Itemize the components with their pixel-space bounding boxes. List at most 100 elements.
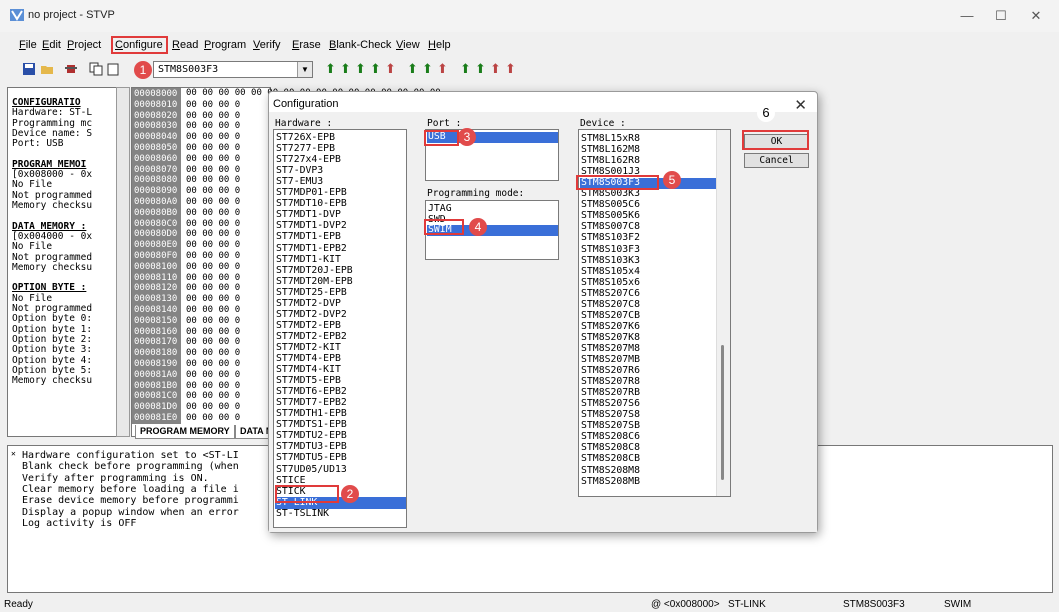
hardware-item[interactable]: ST726X-EPB: [276, 133, 335, 143]
hardware-item[interactable]: ST7MDT5-EPB: [276, 376, 341, 386]
tool-icon-b[interactable]: ⬆: [490, 62, 501, 76]
tab-program-memory[interactable]: PROGRAM MEMORY: [135, 425, 235, 439]
read-all-icon[interactable]: ⬆: [340, 62, 351, 76]
hardware-item[interactable]: ST7MDT20J-EPB: [276, 265, 353, 276]
hardware-item[interactable]: ST727x4-EPB: [276, 155, 341, 165]
hardware-item[interactable]: ST7MDT1-DVP2: [276, 221, 347, 231]
hardware-item[interactable]: ST7MDT2-DVP: [276, 298, 341, 309]
hardware-item[interactable]: ST7MDTU3-EPB: [276, 442, 347, 452]
read-current-icon[interactable]: ⬆: [325, 62, 336, 76]
hardware-item[interactable]: ST7MDT4-EPB: [276, 354, 341, 364]
hardware-item[interactable]: ST7MDT1-EPB: [276, 232, 341, 242]
menu-read[interactable]: Read: [172, 39, 198, 51]
erase-current-icon[interactable]: ⬆: [385, 62, 396, 76]
device-item[interactable]: STM8S207K6: [581, 321, 640, 332]
device-item[interactable]: STM8S005C6: [581, 200, 640, 210]
hardware-item[interactable]: ST7MDTU5-EPB: [276, 453, 347, 463]
close-window-button[interactable]: ✕: [1022, 6, 1050, 26]
device-item[interactable]: STM8S103K3: [581, 255, 640, 266]
device-item[interactable]: STM8L162R8: [581, 156, 640, 166]
open-folder-icon[interactable]: [40, 62, 54, 76]
verify-all-icon[interactable]: ⬆: [422, 62, 433, 76]
device-item[interactable]: STM8S207M8: [581, 343, 640, 354]
paste-icon[interactable]: [106, 62, 120, 76]
device-item[interactable]: STM8S207S8: [581, 410, 640, 420]
copy-icon[interactable]: [89, 62, 103, 76]
menu-blank-check[interactable]: Blank-Check: [329, 39, 391, 51]
hardware-item[interactable]: ST7MDT1-DVP: [276, 210, 341, 220]
device-item[interactable]: STM8S207CB: [581, 310, 640, 321]
hardware-list[interactable]: ST726X-EPB ST7277-EPB ST727x4-EPB ST7-DVP3 S…: [273, 129, 407, 528]
device-item[interactable]: STM8S208CB: [581, 454, 640, 464]
hardware-item[interactable]: ST7MDT2-KIT: [276, 342, 341, 353]
device-item[interactable]: STM8S105x4: [581, 266, 640, 277]
device-item[interactable]: STM8S103F3: [581, 244, 640, 255]
tool-icon-c[interactable]: ⬆: [505, 62, 516, 76]
program-current-icon[interactable]: ⬆: [355, 62, 366, 76]
menu-edit[interactable]: Edit: [42, 39, 61, 51]
device-item[interactable]: STM8S208C6: [581, 432, 640, 442]
device-list-scrollbar[interactable]: [716, 130, 730, 496]
device-item[interactable]: STM8S007C8: [581, 222, 640, 232]
hardware-item[interactable]: ST7MDT7-EPB2: [276, 398, 347, 408]
menu-erase[interactable]: Erase: [292, 39, 321, 51]
hardware-item[interactable]: ST7MDT25-EPB: [276, 287, 347, 298]
hardware-item[interactable]: ST7-DVP3: [276, 166, 323, 176]
log-close-icon[interactable]: ✕: [11, 449, 16, 458]
menu-project[interactable]: Project: [67, 39, 101, 51]
hardware-item[interactable]: ST7MDTS1-EPB: [276, 420, 347, 430]
device-item[interactable]: STM8S207C6: [581, 288, 640, 299]
hardware-item[interactable]: ST7-EMU3: [276, 177, 323, 187]
hardware-item[interactable]: ST7MDTU2-EPB: [276, 431, 347, 441]
device-item[interactable]: STM8S207RB: [581, 388, 640, 398]
chip-icon[interactable]: [64, 62, 78, 76]
device-item[interactable]: STM8S208M8: [581, 465, 640, 476]
menu-help[interactable]: Help: [428, 39, 451, 51]
maximize-button[interactable]: ☐: [987, 6, 1015, 26]
hardware-item[interactable]: ST7MDT1-KIT: [276, 254, 341, 265]
tool-icon-a[interactable]: ⬆: [475, 62, 486, 76]
device-item[interactable]: STM8S207MB: [581, 355, 640, 365]
hardware-item[interactable]: ST7MDT10-EPB: [276, 199, 347, 209]
device-item[interactable]: STM8S207R8: [581, 377, 640, 387]
device-item[interactable]: STM8S208MB: [581, 476, 640, 487]
hardware-item[interactable]: ST-TSLINK: [276, 508, 329, 519]
device-item[interactable]: STM8S208C8: [581, 443, 640, 453]
menu-program[interactable]: Program: [204, 39, 246, 51]
device-item[interactable]: STM8S103F2: [581, 233, 640, 243]
device-item[interactable]: STM8S105x6: [581, 277, 640, 288]
device-item[interactable]: STM8S003K3: [581, 189, 640, 199]
device-item[interactable]: STM8L162M8: [581, 145, 640, 155]
hardware-item[interactable]: ST7MDT2-EPB2: [276, 331, 347, 342]
hardware-item[interactable]: ST7MDTH1-EPB: [276, 409, 347, 419]
menu-file[interactable]: File: [19, 39, 37, 51]
device-item[interactable]: STM8S207C8: [581, 299, 640, 310]
info-panel-scrollbar[interactable]: [116, 87, 130, 437]
device-item[interactable]: STM8S207K8: [581, 332, 640, 343]
device-list-scroll-thumb[interactable]: [721, 345, 724, 480]
device-item[interactable]: STM8S207SB: [581, 421, 640, 431]
hardware-item[interactable]: ST7MDP01-EPB: [276, 188, 347, 198]
device-item[interactable]: STM8L15xR8: [581, 134, 640, 144]
minimize-button[interactable]: —: [953, 6, 981, 26]
hardware-item[interactable]: ST7277-EPB: [276, 144, 335, 154]
hardware-item[interactable]: ST7MDT20M-EPB: [276, 276, 353, 287]
menu-view[interactable]: View: [396, 39, 420, 51]
hardware-item[interactable]: ST7UD05/UD13: [276, 464, 347, 475]
device-item[interactable]: STM8S207R6: [581, 366, 640, 376]
hardware-item[interactable]: ST7MDT6-EPB2: [276, 387, 347, 397]
cancel-button[interactable]: Cancel: [744, 153, 809, 168]
program-all-icon[interactable]: ⬆: [407, 62, 418, 76]
hardware-item[interactable]: ST7MDT2-DVP2: [276, 309, 347, 320]
hardware-item[interactable]: ST7MDT1-EPB2: [276, 243, 347, 254]
hardware-item[interactable]: ST7MDT4-KIT: [276, 365, 341, 375]
blank-check-icon[interactable]: ⬆: [460, 62, 471, 76]
save-icon[interactable]: [22, 62, 36, 76]
device-item[interactable]: STM8S207S6: [581, 399, 640, 409]
device-item[interactable]: STM8S005K6: [581, 211, 640, 221]
verify-current-icon[interactable]: ⬆: [370, 62, 381, 76]
hardware-item[interactable]: ST7MDT2-EPB: [276, 320, 341, 331]
erase-all-icon[interactable]: ⬆: [437, 62, 448, 76]
chevron-down-icon[interactable]: ▼: [297, 62, 312, 77]
mode-item[interactable]: JTAG: [428, 204, 452, 214]
